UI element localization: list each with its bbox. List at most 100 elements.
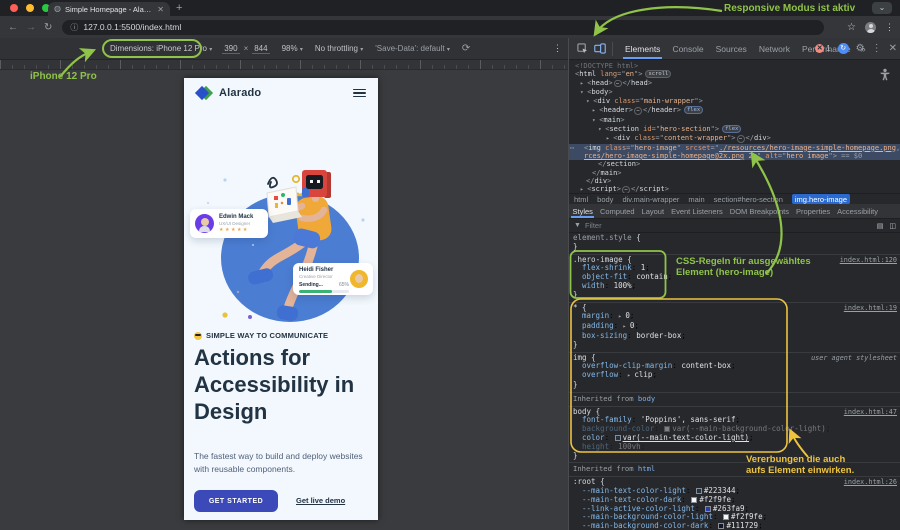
css-rule[interactable]: index.html:26:root {--main-text-color-li… <box>569 477 900 530</box>
color-swatch[interactable] <box>691 497 697 503</box>
styles-filter-input[interactable]: Filter <box>585 221 877 230</box>
panel-tab-computed[interactable]: Computed <box>596 204 638 218</box>
bookmark-star-icon[interactable]: ☆ <box>847 22 856 33</box>
dom-tree-node[interactable]: ▾ <body> <box>569 88 900 97</box>
css-rule[interactable]: element.style {} <box>569 233 900 255</box>
reload-icon[interactable]: ↻ <box>44 22 52 33</box>
profile-avatar[interactable] <box>865 22 876 33</box>
breadcrumb-item[interactable]: main <box>688 195 704 204</box>
computed-sidebar-toggle-icon[interactable]: ◫ <box>889 222 896 230</box>
dom-tree-node[interactable]: ▾ <section id="hero-section">flex <box>569 125 900 134</box>
breadcrumb-item[interactable]: html <box>574 195 588 204</box>
color-swatch[interactable] <box>664 426 670 432</box>
zoom-dropdown[interactable]: 98% ▾ <box>282 44 303 53</box>
tab-close-icon[interactable]: ✕ <box>157 5 164 14</box>
device-toolbar-more-icon[interactable]: ⋮ <box>553 43 562 54</box>
dom-tree-node[interactable]: ⋯<img class="hero-image" srcset="./resou… <box>569 144 900 152</box>
source-location-link[interactable]: index.html:19 <box>844 304 897 313</box>
sending-status: Sending... <box>299 282 323 288</box>
panel-tab-layout[interactable]: Layout <box>638 204 668 218</box>
panel-tab-properties[interactable]: Properties <box>792 204 833 218</box>
panel-tab-styles[interactable]: Styles <box>569 204 596 218</box>
devtools-tab-elements[interactable]: Elements <box>619 38 666 59</box>
breadcrumb-item[interactable]: img.hero-image <box>792 194 850 204</box>
throttling-dropdown[interactable]: No throttling ▾ <box>315 44 363 53</box>
devtools-tab-console[interactable]: Console <box>666 38 709 59</box>
dom-tree-node[interactable]: ▸ <header>…</header>flex <box>569 106 900 115</box>
panel-tab-dom-breakpoints[interactable]: DOM Breakpoints <box>726 204 792 218</box>
extension-icon[interactable]: ↻ <box>838 43 849 54</box>
device-viewport: Alarado <box>184 78 378 520</box>
hamburger-menu-icon[interactable] <box>353 87 366 100</box>
source-location-link[interactable]: index.html:120 <box>840 256 897 265</box>
forward-icon[interactable]: → <box>26 22 36 33</box>
breadcrumb-item[interactable]: section#hero-section <box>714 195 783 204</box>
expand-shorthand-icon[interactable]: ▸ <box>623 323 630 330</box>
dom-tree-node[interactable]: ▸ <div class="content-wrapper">…</div> <box>569 134 900 143</box>
viewport-height-input[interactable]: 844 <box>252 44 269 54</box>
minimize-window-button[interactable] <box>26 4 34 12</box>
dom-tree-node[interactable]: </div> <box>569 177 900 185</box>
get-started-button[interactable]: GET STARTED <box>194 490 278 512</box>
window-controls[interactable] <box>10 4 50 12</box>
dom-tree-node[interactable]: ▾ <main> <box>569 116 900 125</box>
inspect-element-icon[interactable] <box>577 43 588 54</box>
color-swatch[interactable] <box>615 435 621 441</box>
color-swatch[interactable] <box>696 488 702 494</box>
close-window-button[interactable] <box>10 4 18 12</box>
new-tab-button[interactable]: + <box>176 2 182 14</box>
breadcrumb-item[interactable]: body <box>597 195 613 204</box>
site-logo[interactable]: Alarado <box>196 85 261 101</box>
color-swatch[interactable] <box>723 514 729 520</box>
rotate-device-icon[interactable]: ⟳ <box>462 43 470 54</box>
css-declaration[interactable]: box-sizing: border-box; <box>573 332 897 341</box>
inherited-from-link[interactable]: html <box>638 464 655 473</box>
dom-tree-node[interactable]: </main> <box>569 169 900 177</box>
css-declaration[interactable]: height: 100vh; <box>573 443 897 452</box>
dom-tree-node[interactable]: ▸ <script>…</script> <box>569 185 900 193</box>
css-rule[interactable]: user agent stylesheetimg {overflow-clip-… <box>569 353 900 393</box>
browser-tab[interactable]: ◍ Simple Homepage - Alarado ✕ <box>48 2 170 16</box>
css-declaration[interactable]: background-color: var(--main-background-… <box>573 425 897 434</box>
browser-menu-icon[interactable]: ⋮ <box>885 22 894 33</box>
devtools-settings-icon[interactable]: ⚙ <box>856 43 865 54</box>
url-field[interactable]: ⓘ 127.0.0.1:5500/index.html <box>62 20 824 35</box>
dom-tree-node[interactable]: </section> <box>569 160 900 168</box>
dom-tree-node[interactable]: rces/hero-image-simple-homepage@2x.png 2… <box>569 152 900 160</box>
css-declaration[interactable]: width: 100%; <box>573 282 897 291</box>
device-toolbar-toggle-icon[interactable] <box>594 43 606 54</box>
save-data-dropdown[interactable]: 'Save-Data': default ▾ <box>375 44 450 53</box>
css-rule[interactable]: index.html:120.hero-image {flex-shrink: … <box>569 255 900 303</box>
device-dimensions-dropdown[interactable]: Dimensions: iPhone 12 Pro ▾ <box>110 44 212 53</box>
node-actions-icon[interactable]: ⋯ <box>570 144 574 152</box>
devtools-menu-icon[interactable]: ⋮ <box>872 43 882 54</box>
dom-tree-node[interactable]: ▸ <head>…</head> <box>569 79 900 88</box>
css-declaration[interactable]: --main-background-color-dark: #111729; <box>573 522 897 530</box>
grid-toggle-icon[interactable]: ▤ <box>877 222 884 230</box>
viewport-width-input[interactable]: 390 <box>222 44 239 54</box>
error-badge[interactable]: ✕1 <box>815 44 830 53</box>
node-badge: flex <box>722 125 741 133</box>
source-location-link[interactable]: index.html:26 <box>844 478 897 487</box>
dom-tree-node[interactable]: <!DOCTYPE html> <box>569 62 900 70</box>
css-declaration[interactable]: overflow: ▸ clip; <box>573 371 897 381</box>
site-info-icon[interactable]: ⓘ <box>70 22 78 33</box>
source-location-link[interactable]: index.html:47 <box>844 408 897 417</box>
breadcrumb-item[interactable]: div.main-wrapper <box>622 195 679 204</box>
back-icon[interactable]: ← <box>8 22 18 33</box>
css-rule[interactable]: index.html:47body {font-family: 'Poppins… <box>569 407 900 464</box>
devtools-close-icon[interactable]: ✕ <box>889 43 897 54</box>
panel-tab-event-listeners[interactable]: Event Listeners <box>668 204 727 218</box>
inherited-from-link[interactable]: body <box>638 394 655 403</box>
panel-tab-accessibility[interactable]: Accessibility <box>834 204 882 218</box>
color-swatch[interactable] <box>718 523 724 529</box>
live-demo-link[interactable]: Get live demo <box>296 496 345 505</box>
node-token: =" <box>617 70 625 78</box>
devtools-tab-network[interactable]: Network <box>753 38 796 59</box>
devtools-tab-sources[interactable]: Sources <box>710 38 753 59</box>
dom-tree-node[interactable]: ▾ <div class="main-wrapper"> <box>569 97 900 106</box>
color-swatch[interactable] <box>705 506 711 512</box>
css-rule[interactable]: index.html:19* {margin: ▸ 0;padding: ▸ 0… <box>569 303 900 353</box>
tab-search-button[interactable]: ⌄ <box>872 2 892 14</box>
dom-tree-node[interactable]: <html lang="en">scroll <box>569 70 900 78</box>
